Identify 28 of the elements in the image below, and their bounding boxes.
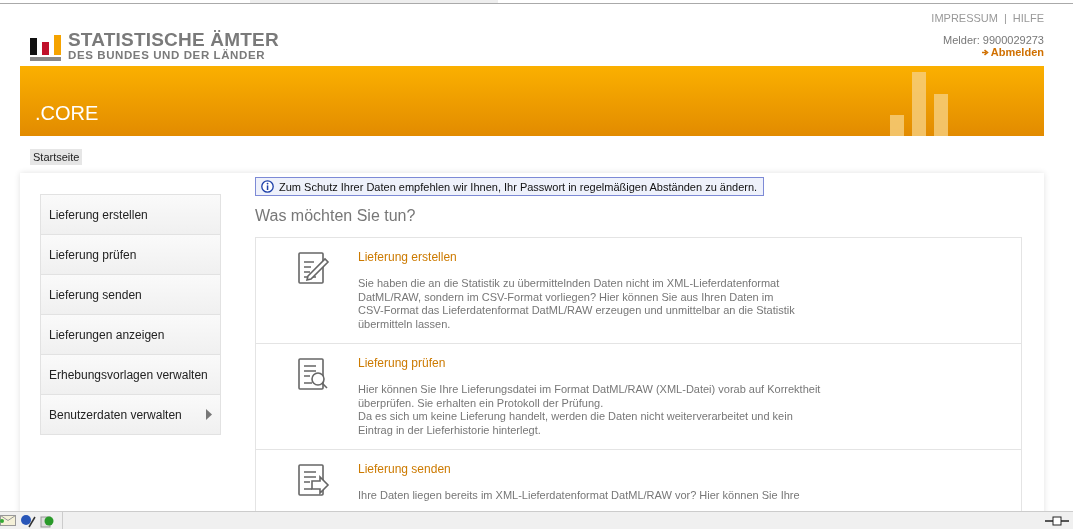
breadcrumb-link[interactable]: Startseite (30, 149, 83, 165)
sidebar-item[interactable]: Lieferung senden (40, 275, 221, 315)
banner-title: .CORE (34, 102, 99, 126)
action-description: Hier können Sie Ihre Lieferungsdatei im Format DatML/RAW (XML-Datei) vorab auf Korrektheit überprüfen. Sie erhalten ein Protokoll der Prüfung. Da es sich um keine Lieferung handelt, werden die Daten nicht weiterverarbeitet und kein Eintrag in der Lieferhistorie hinterlegt. (358, 383, 821, 437)
sidebar-item[interactable]: Lieferungen anzeigen (40, 315, 221, 355)
document-pencil-icon (296, 250, 330, 286)
action-description: Sie haben die an die Statistik zu übermittelnden Daten nicht im XML-Lieferdatenformat DatML/RAW, sondern im CSV-Format vorliegen? Hier können Sie aus Ihren Daten im CSV-Format das Lieferdatenformat DatML/RAW erzeugen und unmittelbar an die Statistik übermitteln lassen. (358, 277, 795, 331)
logo-title: STATISTISCHE ÄMTER (68, 29, 279, 49)
section-heading: Was möchten Sie tun? (255, 207, 417, 225)
link-separator: | (1003, 12, 1007, 24)
document-magnifier-icon (296, 356, 330, 392)
document-arrow-icon (296, 462, 330, 498)
logout-link[interactable]: Abmelden (981, 46, 1044, 58)
bar-chart-decoration-icon (890, 72, 949, 136)
globe-pen-icon (20, 513, 36, 528)
arrow-icon (981, 48, 989, 56)
notice-text: Zum Schutz Ihrer Daten empfehlen wir Ihnen, Ihr Passwort in regelmäßigen Abständen zu ändern. (279, 180, 758, 193)
action-description: Ihre Daten liegen bereits im XML-Lieferdatenformat DatML/RAW vor? Hier können Sie Ihre (358, 489, 800, 503)
sidebar-item[interactable]: Lieferung erstellen (40, 194, 221, 235)
user-id: Melder: 9900029273 (943, 34, 1044, 46)
sidebar-item[interactable]: Lieferung prüfen (40, 235, 221, 275)
connection-icon (1045, 515, 1069, 526)
info-icon (261, 180, 274, 193)
logo-subtitle: DES BUNDES UND DER LÄNDER (68, 49, 267, 61)
envelope-icon (0, 515, 16, 526)
sidebar-item[interactable]: Erhebungsvorlagen verwalten (40, 355, 221, 395)
sidebar-item[interactable]: Benutzerdaten verwalten (40, 395, 221, 435)
logo-bars-icon (30, 35, 62, 61)
